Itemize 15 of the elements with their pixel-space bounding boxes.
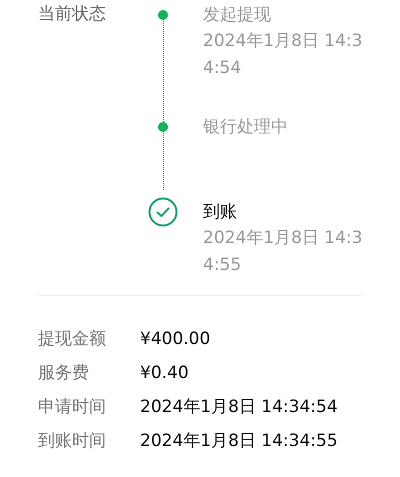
step-time: 2024年1月8日 14:34:54 xyxy=(203,30,363,80)
status-label: 当前状态 xyxy=(38,3,107,26)
step-title: 发起提现 xyxy=(203,4,272,27)
detail-value: 2024年1月8日 14:34:55 xyxy=(140,430,338,453)
step-title: 银行处理中 xyxy=(203,116,288,139)
detail-label: 提现金额 xyxy=(38,328,107,351)
detail-label: 到账时间 xyxy=(38,430,107,453)
detail-value: ¥0.40 xyxy=(140,362,189,385)
detail-label: 服务费 xyxy=(38,362,90,385)
detail-value: 2024年1月8日 14:34:54 xyxy=(140,396,338,419)
detail-value: ¥400.00 xyxy=(140,328,210,351)
step-time: 2024年1月8日 14:34:55 xyxy=(203,227,363,277)
detail-label: 申请时间 xyxy=(38,396,107,419)
step-title: 到账 xyxy=(203,201,238,224)
check-circle-icon xyxy=(148,197,178,227)
